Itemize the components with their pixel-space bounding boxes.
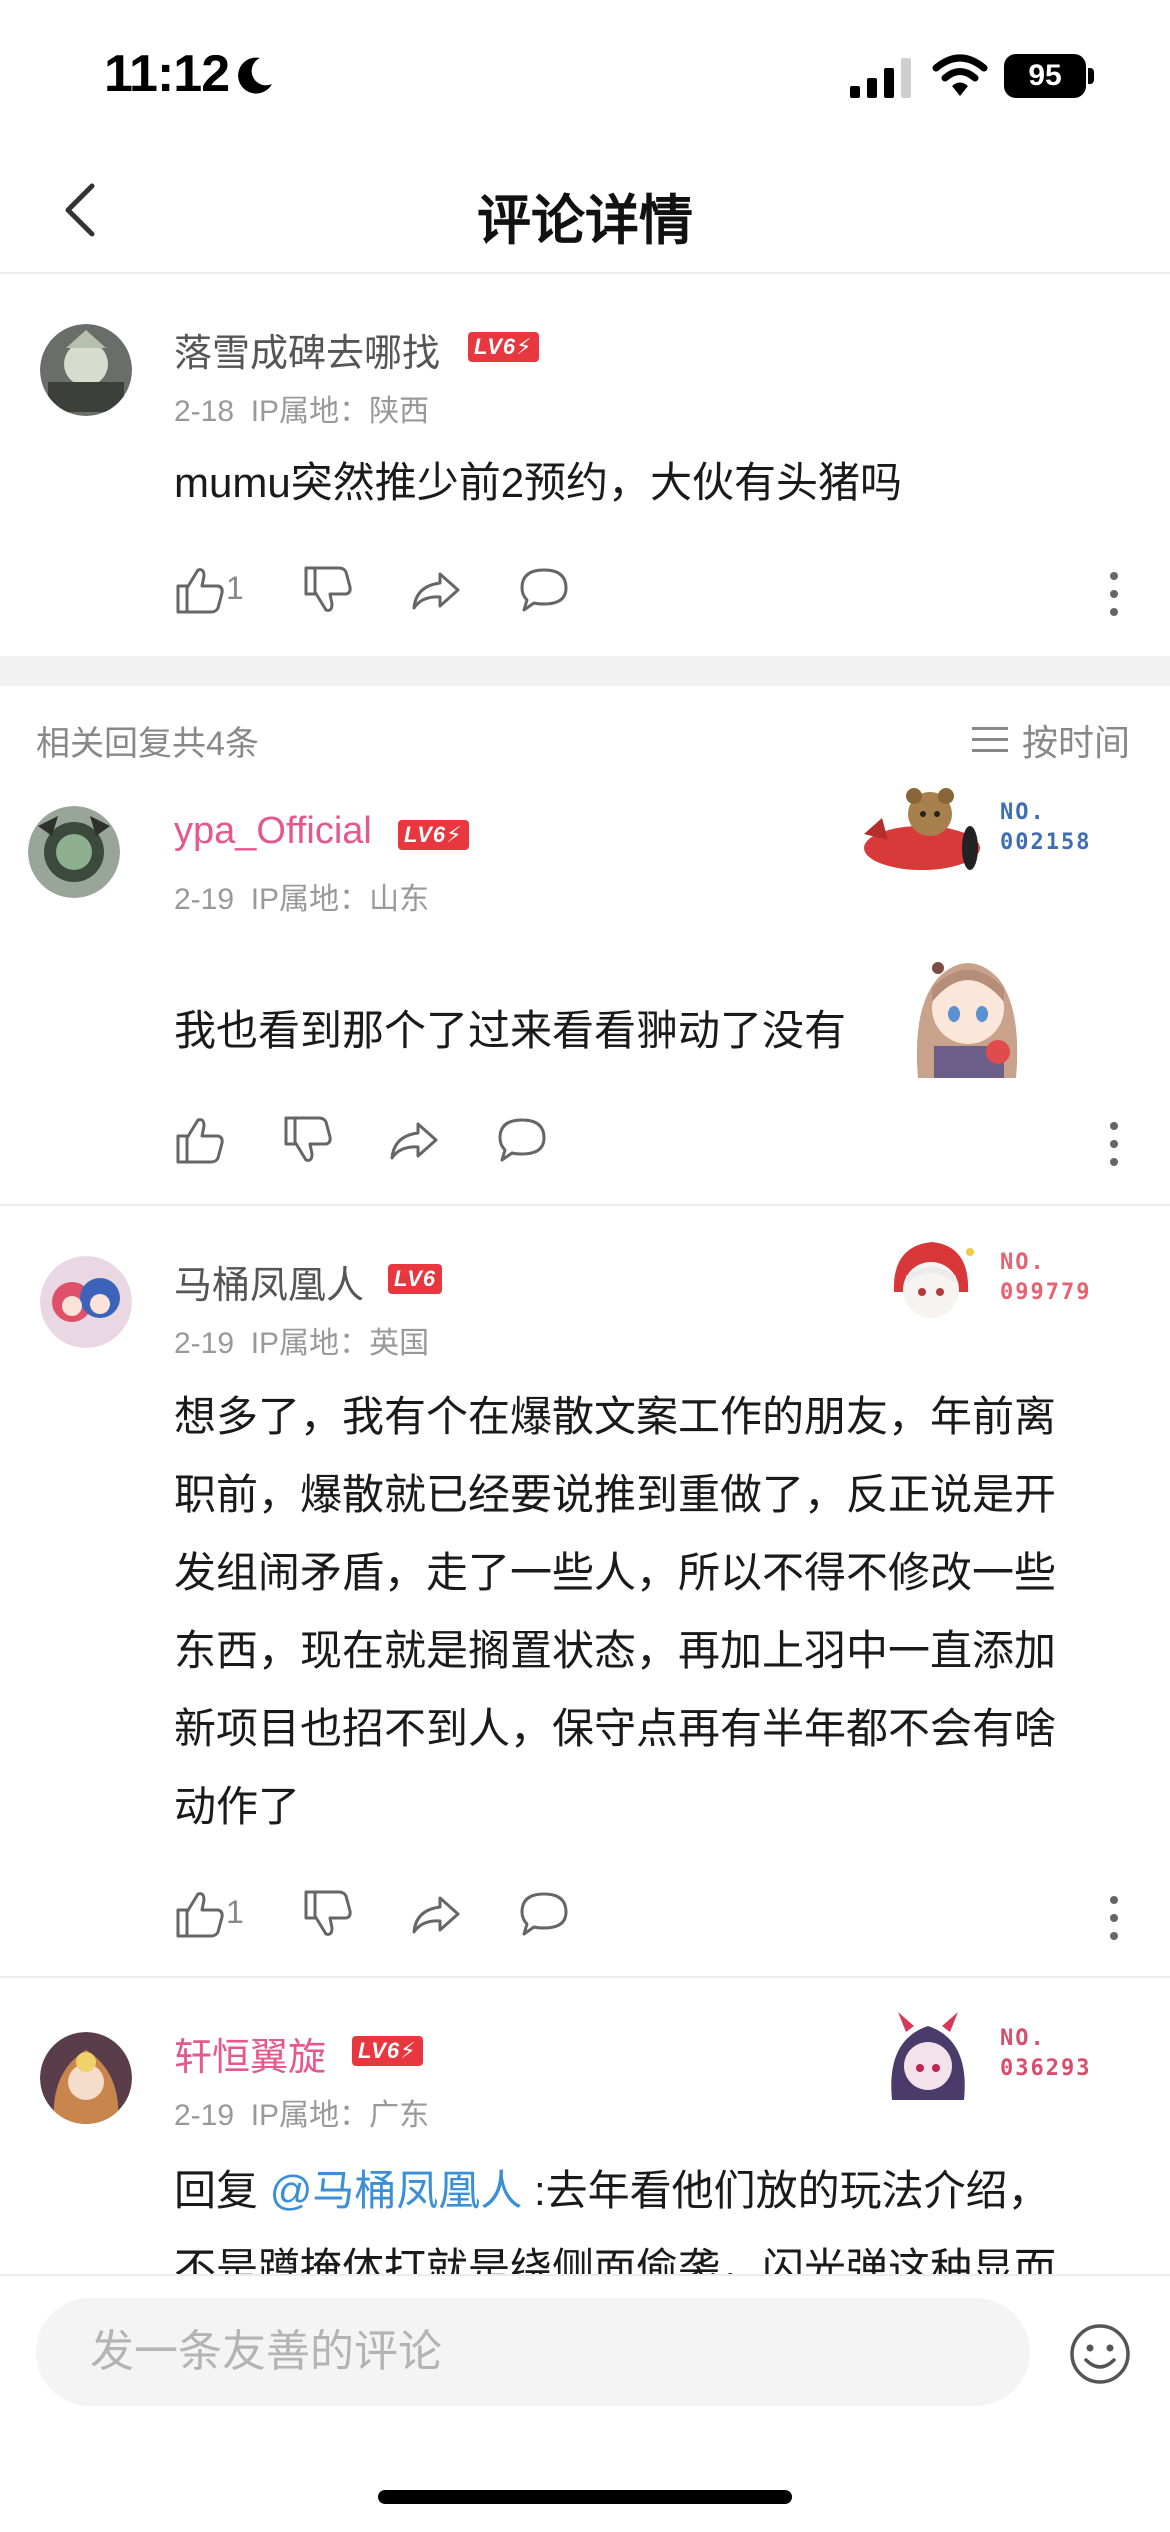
lightning-icon: ⚡ (516, 334, 533, 359)
moon-icon (238, 57, 272, 94)
username[interactable]: ypa_Official (174, 810, 372, 853)
comment-meta: 2-19 IP属地：山东 (174, 874, 429, 918)
like-count: 1 (226, 570, 244, 606)
battery-cap (1088, 68, 1094, 84)
level-badge: LV6⚡ (352, 2036, 423, 2066)
lightning-icon: ⚡ (446, 822, 463, 847)
comment-date: 2-18 (174, 395, 235, 428)
comment-date: 2-19 (174, 883, 235, 916)
badge-number: 002158 (1000, 830, 1092, 855)
more-icon[interactable] (1108, 1120, 1120, 1168)
ip-location: IP属地：陕西 (250, 395, 430, 428)
cellular-signal-icon (850, 58, 911, 98)
comment-text: 回复 @马桶凤凰人 :去年看他们放的玩法介绍， (174, 2152, 1050, 2230)
ip-location: IP属地：广东 (250, 2099, 430, 2132)
action-row: 1 (174, 564, 1134, 624)
reply-body: :去年看他们放的玩法介绍， (534, 2167, 1050, 2214)
share-icon[interactable] (388, 1114, 440, 1166)
home-indicator (378, 2490, 792, 2504)
level-badge: LV6⚡ (398, 820, 469, 850)
dislike-icon[interactable] (302, 1888, 354, 1940)
ip-location: IP属地：山东 (250, 883, 430, 916)
fan-badge-decoration: NO. 002158 (860, 778, 1090, 888)
reply-prefix: 回复 (174, 2167, 259, 2214)
badge-number: 099779 (1000, 1280, 1092, 1305)
avatar[interactable] (40, 1256, 132, 1348)
username[interactable]: 落雪成碑去哪找 (174, 322, 440, 377)
fan-badge-decoration: NO. 036293 (860, 2004, 1090, 2114)
like-icon[interactable] (174, 1888, 226, 1940)
divider (0, 1976, 1170, 1978)
level-text: LV6 (404, 822, 447, 847)
level-text: LV6 (474, 334, 517, 359)
action-row: 1 (174, 1888, 1134, 1948)
list-sort-icon (971, 727, 1008, 752)
comment-line: 想多了，我有个在爆散文案工作的朋友，年前离 (174, 1393, 1057, 1440)
battery-indicator: 95 (1004, 54, 1096, 98)
avatar[interactable] (40, 324, 132, 416)
share-icon[interactable] (410, 1888, 462, 1940)
badge-no-label: NO. (1000, 1250, 1046, 1275)
level-badge: LV6⚡ (468, 332, 539, 362)
emoji-icon[interactable] (1068, 2322, 1132, 2386)
badge-number: 036293 (1000, 2056, 1092, 2081)
more-icon[interactable] (1108, 570, 1120, 618)
comment-meta: 2-19 IP属地：英国 (174, 1318, 429, 1362)
wifi-icon (932, 54, 988, 96)
lightning-icon: ⚡ (400, 2038, 417, 2063)
comment-meta: 2-18 IP属地：陕西 (174, 386, 429, 430)
share-icon[interactable] (410, 564, 462, 616)
comment-input[interactable] (36, 2298, 1030, 2406)
like-count: 1 (226, 1894, 244, 1930)
comment-date: 2-19 (174, 1327, 235, 1360)
section-divider (0, 656, 1170, 686)
comment-meta: 2-19 IP属地：广东 (174, 2090, 429, 2134)
badge-no-label: NO. (1000, 800, 1046, 825)
comment-line: 职前，爆散就已经要说推到重做了，反正说是开 (174, 1471, 1057, 1518)
action-row (174, 1114, 1134, 1174)
comment-text: 我也看到那个了过来看看翀动了没有 (174, 1007, 847, 1054)
comment-line: 动作了 (174, 1783, 301, 1830)
level-badge: LV6 (388, 1264, 443, 1294)
reply-icon[interactable] (496, 1114, 548, 1166)
level-text: LV6 (394, 1266, 437, 1291)
chibi-character-icon (893, 1242, 974, 1318)
avatar[interactable] (40, 2032, 132, 2124)
sort-label: 按时间 (1021, 722, 1130, 763)
sort-button[interactable]: 按时间 (971, 714, 1130, 766)
mention-link[interactable]: @马桶凤凰人 (270, 2167, 523, 2214)
battery-level: 95 (1004, 54, 1086, 98)
comment-line: 新项目也招不到人，保守点再有半年都不会有啥 (174, 1705, 1057, 1752)
nav-header: 评论详情 (0, 150, 1170, 274)
like-icon[interactable] (174, 1114, 226, 1166)
comment-line: 东西，现在就是搁置状态，再加上羽中一直添加 (174, 1627, 1057, 1674)
comment-text: mumu突然推少前2预约，大伙有头猪吗 (174, 459, 903, 506)
airplane-bear-icon (864, 788, 980, 870)
page-title: 评论详情 (477, 191, 693, 251)
level-text: LV6 (358, 2038, 401, 2063)
comment-input-bar (0, 2274, 1170, 2532)
divider (0, 1204, 1170, 1206)
chibi-demon-icon (891, 2012, 965, 2100)
anime-girl-sticker (916, 962, 1018, 1078)
like-icon[interactable] (174, 564, 226, 616)
username[interactable]: 轩恒翼旋 (174, 2026, 326, 2081)
replies-count: 相关回复共4条 (36, 725, 259, 763)
status-time: 11:12 (104, 45, 230, 103)
comment-date: 2-19 (174, 2099, 235, 2132)
dislike-icon[interactable] (282, 1114, 334, 1166)
fan-badge-decoration: NO. 099779 (860, 1228, 1090, 1338)
reply-icon[interactable] (518, 1888, 570, 1940)
reply-icon[interactable] (518, 564, 570, 616)
more-icon[interactable] (1108, 1894, 1120, 1942)
status-bar: 11:12 95 (0, 0, 1170, 150)
avatar[interactable] (28, 806, 120, 898)
username[interactable]: 马桶凤凰人 (174, 1254, 364, 1309)
comment-line: 发组闹矛盾，走了一些人，所以不得不修改一些 (174, 1549, 1057, 1596)
ip-location: IP属地：英国 (250, 1327, 430, 1360)
badge-no-label: NO. (1000, 2026, 1046, 2051)
dislike-icon[interactable] (302, 564, 354, 616)
